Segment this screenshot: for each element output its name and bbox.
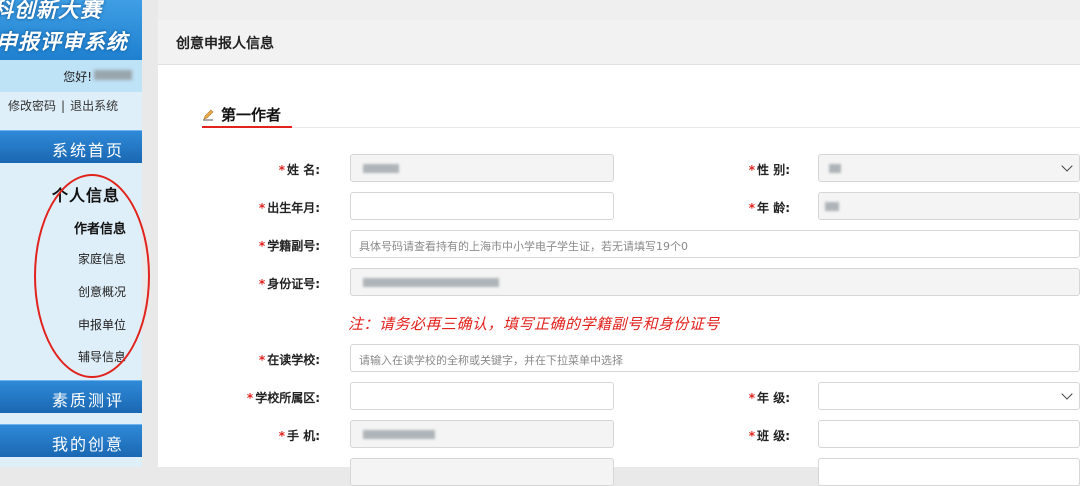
grade-label-text: 年 级: bbox=[757, 391, 790, 405]
nav-home-button[interactable]: 系统首页 bbox=[0, 130, 142, 163]
panel-header: 创意申报人信息 bbox=[158, 20, 1080, 65]
required-mark: * bbox=[258, 201, 266, 215]
required-mark: * bbox=[748, 201, 756, 215]
logo-line-2: 申报评审系统 bbox=[0, 30, 128, 54]
required-mark: * bbox=[246, 391, 254, 405]
logo-line-1: 科创新大赛 bbox=[0, 0, 102, 22]
section-title: 第一作者 bbox=[202, 104, 281, 125]
submenu-author-info[interactable]: 作者信息 bbox=[74, 218, 126, 237]
submenu-applicant-unit[interactable]: 申报单位 bbox=[78, 316, 126, 333]
nav-my-ideas-label: 我的创意 bbox=[51, 435, 124, 454]
section-underline bbox=[202, 126, 292, 128]
required-mark: * bbox=[258, 239, 266, 253]
required-mark: * bbox=[258, 353, 266, 367]
id-number-field[interactable] bbox=[350, 268, 1080, 296]
section-title-text: 第一作者 bbox=[221, 106, 282, 124]
warning-note: 注：请务必再三确认，填写正确的学籍副号和身份证号 bbox=[348, 315, 721, 333]
student-no-field[interactable]: 具体号码请查看持有的上海市中小学电子学生证，若无请填写19个0 bbox=[350, 230, 1080, 258]
gender-select[interactable] bbox=[818, 154, 1080, 182]
required-mark: * bbox=[748, 391, 756, 405]
panel-title: 创意申报人信息 bbox=[176, 36, 274, 52]
user-greeting: 您好! bbox=[0, 60, 142, 92]
required-mark: * bbox=[278, 163, 286, 177]
age-label: * 年 龄: bbox=[749, 199, 790, 216]
name-field[interactable] bbox=[350, 154, 614, 182]
required-mark: * bbox=[278, 429, 286, 443]
phone-label: * 手 机: bbox=[279, 427, 320, 444]
name-label: * 姓 名: bbox=[279, 161, 320, 178]
school-label-text: 在读学校: bbox=[267, 353, 320, 367]
redacted-value bbox=[363, 430, 435, 439]
class-field[interactable] bbox=[818, 420, 1080, 448]
required-mark: * bbox=[748, 429, 756, 443]
chevron-down-icon bbox=[1061, 160, 1073, 172]
student-no-label: * 学籍副号: bbox=[259, 237, 320, 254]
required-mark: * bbox=[748, 163, 756, 177]
grade-label: * 年 级: bbox=[749, 389, 790, 406]
submenu-tutor-info[interactable]: 辅导信息 bbox=[78, 348, 126, 365]
nav-my-ideas-button[interactable]: 我的创意 bbox=[0, 424, 142, 457]
school-placeholder: 请输入在读学校的全称或关键字，并在下拉菜单中选择 bbox=[359, 354, 623, 367]
username-redacted bbox=[94, 70, 132, 80]
pencil-icon bbox=[203, 109, 214, 121]
redacted-value bbox=[363, 164, 399, 173]
district-field[interactable] bbox=[350, 382, 614, 410]
nav-evaluation-button[interactable]: 素质测评 bbox=[0, 380, 142, 413]
school-search-field[interactable]: 请输入在读学校的全称或关键字，并在下拉菜单中选择 bbox=[350, 344, 1080, 372]
school-label: * 在读学校: bbox=[259, 351, 320, 368]
account-links: 修改密码 | 退出系统 bbox=[8, 97, 118, 114]
main-content: 创意申报人信息 第一作者 * 姓 名: * 性 别: * 出生年月: * 年 龄: * 学… bbox=[158, 0, 1080, 486]
submenu-family-info[interactable]: 家庭信息 bbox=[78, 250, 126, 267]
student-no-placeholder: 具体号码请查看持有的上海市中小学电子学生证，若无请填写19个0 bbox=[359, 240, 688, 253]
birth-date-field[interactable] bbox=[350, 192, 614, 220]
logout-link[interactable]: 退出系统 bbox=[70, 99, 118, 113]
top-strip bbox=[158, 0, 1080, 20]
required-mark: * bbox=[258, 277, 266, 291]
gender-label-text: 性 别: bbox=[757, 163, 790, 177]
grade-select[interactable] bbox=[818, 382, 1080, 410]
phone-field[interactable] bbox=[350, 420, 614, 448]
redacted-value bbox=[825, 202, 839, 211]
greeting-text: 您好! bbox=[63, 70, 92, 84]
personal-info-heading[interactable]: 个人信息 bbox=[52, 182, 120, 206]
next-row-field-right[interactable] bbox=[818, 458, 1080, 486]
sidebar: 科创新大赛 申报评审系统 您好! 修改密码 | 退出系统 系统首页 个人信息 作者信… bbox=[0, 0, 142, 467]
chevron-down-icon bbox=[1061, 388, 1073, 400]
district-label-text: 学校所属区: bbox=[255, 391, 320, 405]
class-label: * 班 级: bbox=[749, 427, 790, 444]
age-label-text: 年 龄: bbox=[757, 201, 790, 215]
redacted-value bbox=[829, 164, 841, 173]
age-field[interactable] bbox=[818, 192, 1080, 220]
id-label: * 身份证号: bbox=[259, 275, 320, 292]
nav-home-label: 系统首页 bbox=[51, 141, 124, 160]
redacted-value bbox=[363, 278, 499, 287]
gender-label: * 性 别: bbox=[749, 161, 790, 178]
next-row-field[interactable] bbox=[350, 458, 614, 486]
class-label-text: 班 级: bbox=[757, 429, 790, 443]
birth-label: * 出生年月: bbox=[259, 199, 320, 216]
name-label-text: 姓 名: bbox=[287, 163, 320, 177]
district-label: * 学校所属区: bbox=[247, 389, 320, 406]
birth-label-text: 出生年月: bbox=[267, 201, 320, 215]
student-no-label-text: 学籍副号: bbox=[267, 239, 320, 253]
link-separator: | bbox=[61, 99, 66, 113]
submenu-idea-overview[interactable]: 创意概况 bbox=[78, 283, 126, 300]
phone-label-text: 手 机: bbox=[287, 429, 320, 443]
nav-evaluation-label: 素质测评 bbox=[51, 391, 124, 410]
id-label-text: 身份证号: bbox=[267, 277, 320, 291]
section-divider bbox=[202, 127, 1080, 128]
system-logo: 科创新大赛 申报评审系统 bbox=[0, 0, 142, 60]
change-password-link[interactable]: 修改密码 bbox=[8, 99, 56, 113]
